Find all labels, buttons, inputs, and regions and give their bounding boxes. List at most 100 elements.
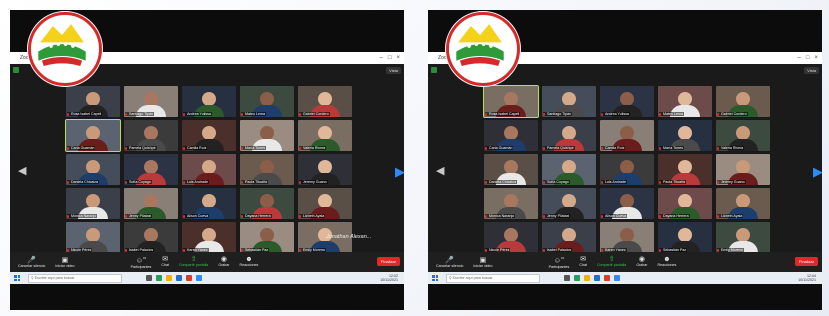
windows-start-icon[interactable] xyxy=(14,275,20,281)
end-meeting-button[interactable]: Finalizar xyxy=(376,257,400,266)
participant-tile[interactable]: Rosa Isabel Capeli xyxy=(483,85,539,118)
participant-tile[interactable]: Valeria Rivera xyxy=(298,120,352,151)
minimize-icon[interactable]: – xyxy=(380,55,383,61)
participant-tile[interactable]: Lizbeth Ayala xyxy=(298,188,352,219)
participant-tile[interactable]: Sofía Coyago xyxy=(542,154,596,185)
zoom-app-icon[interactable] xyxy=(196,275,202,281)
file-explorer-icon[interactable] xyxy=(166,275,172,281)
zoom-app-icon[interactable] xyxy=(614,275,620,281)
participant-tile[interactable]: Daniela Chicaiza xyxy=(66,154,120,185)
participant-tile[interactable]: Jeremy Guano xyxy=(716,154,770,185)
reactions-button[interactable]: ☻ Reacciones xyxy=(658,255,677,268)
participant-tile[interactable]: Dayana Herrera xyxy=(240,188,294,219)
participant-tile[interactable]: Mónica Naranjo xyxy=(484,188,538,219)
participant-tile[interactable]: Gabriel Cordero xyxy=(716,86,770,117)
participant-tile[interactable]: Santiago Tipán xyxy=(124,86,178,117)
participant-tile[interactable]: Isabel Palacios xyxy=(542,222,596,253)
participant-tile[interactable]: Daniela Chicaiza xyxy=(484,154,538,185)
edge-icon[interactable] xyxy=(574,275,580,281)
security-shield-icon[interactable] xyxy=(13,67,19,73)
participant-tile[interactable]: Andrea Yulissa xyxy=(182,86,236,117)
participant-tile[interactable]: María Torres xyxy=(658,120,712,151)
participants-button[interactable]: ☺31 Participantes xyxy=(131,255,152,268)
participant-tile[interactable]: Carla Guamán xyxy=(65,119,121,152)
participant-tile[interactable]: Carla Guamán xyxy=(484,120,538,151)
participant-tile[interactable]: Sebastián Paz xyxy=(240,222,294,253)
windows-start-icon[interactable] xyxy=(432,275,438,281)
view-button[interactable]: Vista xyxy=(386,67,401,74)
taskbar-search-input[interactable]: ⚲ Escribe aquí para buscar xyxy=(28,273,122,283)
unmute-button[interactable]: 🎤 Cancelar silencio xyxy=(436,257,463,268)
participant-tile[interactable]: Luis Andrade xyxy=(182,154,236,185)
participant-tile[interactable]: Jenny Pilataxi xyxy=(542,188,596,219)
store-icon[interactable] xyxy=(594,275,600,281)
next-page-icon[interactable]: ▶ xyxy=(813,164,822,180)
participant-tile[interactable]: Mónica Naranjo xyxy=(66,188,120,219)
maximize-icon[interactable]: □ xyxy=(388,55,392,61)
previous-page-icon[interactable]: ◀ xyxy=(18,164,26,177)
store-icon[interactable] xyxy=(176,275,182,281)
participant-tile[interactable]: Camila Ruiz xyxy=(600,120,654,151)
participant-tile[interactable]: Alison Cueva xyxy=(600,188,654,219)
reactions-button[interactable]: ☻ Reacciones xyxy=(240,255,259,268)
chrome-icon[interactable] xyxy=(604,275,610,281)
minimize-icon[interactable]: – xyxy=(798,55,801,61)
participant-tile[interactable]: Karen Yánez xyxy=(182,222,236,253)
security-shield-icon[interactable] xyxy=(431,67,437,73)
task-view-icon[interactable] xyxy=(146,275,152,281)
participants-button[interactable]: ☺31 Participantes xyxy=(549,255,570,268)
record-button[interactable]: ◉ Grabar xyxy=(218,255,229,268)
previous-page-icon[interactable]: ◀ xyxy=(436,164,444,177)
start-video-button[interactable]: ▣ Iniciar video xyxy=(55,257,74,268)
participant-tile[interactable]: Mateo Lema xyxy=(240,86,294,117)
participant-tile[interactable]: Lizbeth Ayala xyxy=(716,188,770,219)
participant-tile[interactable]: Jeremy Guano xyxy=(298,154,352,185)
participant-tile[interactable]: Sebastián Paz xyxy=(658,222,712,253)
participant-tile[interactable]: Paola Tituaña xyxy=(658,154,712,185)
windows-taskbar: ⚲ Escribe aquí para buscar 12:04 10/11/2… xyxy=(428,272,822,284)
participant-name: Paola Tituaña xyxy=(659,180,686,184)
maximize-icon[interactable]: □ xyxy=(806,55,810,61)
share-screen-button[interactable]: ⇧ Compartir pantalla xyxy=(179,255,208,268)
participant-tile[interactable]: Camila Ruiz xyxy=(182,120,236,151)
participant-tile[interactable]: Alison Cueva xyxy=(182,188,236,219)
muted-mic-icon xyxy=(717,147,719,150)
participant-tile[interactable]: Santiago Tipán xyxy=(542,86,596,117)
share-screen-button[interactable]: ⇧ Compartir pantalla xyxy=(597,255,626,268)
participant-tile[interactable]: Karen Yánez xyxy=(600,222,654,253)
participant-tile[interactable]: Rosa Isabel Capeli xyxy=(66,86,120,117)
participant-tile[interactable]: Isabel Palacios xyxy=(124,222,178,253)
unmute-button[interactable]: 🎤 Cancelar silencio xyxy=(18,257,45,268)
task-view-icon[interactable] xyxy=(564,275,570,281)
edge-icon[interactable] xyxy=(156,275,162,281)
participant-tile[interactable]: Dayana Herrera xyxy=(658,188,712,219)
participant-tile[interactable]: Sofía Coyago xyxy=(124,154,178,185)
participant-tile[interactable]: Nicole Pérez xyxy=(66,222,120,253)
participant-tile[interactable]: Gabriel Cordero xyxy=(298,86,352,117)
muted-mic-icon xyxy=(485,181,487,184)
chrome-icon[interactable] xyxy=(186,275,192,281)
start-video-button[interactable]: ▣ Iniciar video xyxy=(473,257,492,268)
participant-tile[interactable]: Mateo Lema xyxy=(658,86,712,117)
participant-tile[interactable]: Andrea Yulissa xyxy=(600,86,654,117)
end-meeting-button[interactable]: Finalizar xyxy=(794,257,818,266)
chat-button[interactable]: ✉ Chat xyxy=(579,255,587,268)
next-page-icon[interactable]: ▶ xyxy=(395,164,404,180)
view-button[interactable]: Vista xyxy=(804,67,819,74)
close-icon[interactable]: × xyxy=(814,55,818,61)
close-icon[interactable]: × xyxy=(396,55,400,61)
participant-tile[interactable]: Jenny Pilataxi xyxy=(124,188,178,219)
participant-tile[interactable]: Luis Andrade xyxy=(600,154,654,185)
record-button[interactable]: ◉ Grabar xyxy=(636,255,647,268)
chat-button[interactable]: ✉ Chat xyxy=(161,255,169,268)
participant-tile[interactable]: María Torres xyxy=(240,120,294,151)
participant-tile[interactable]: Valeria Rivera xyxy=(716,120,770,151)
participant-tile[interactable]: Emily Moreno xyxy=(716,222,770,253)
participant-tile[interactable]: Pamela Quishpe xyxy=(542,120,596,151)
participant-tile[interactable]: Pamela Quishpe xyxy=(124,120,178,151)
taskbar-search-input[interactable]: ⚲ Escribe aquí para buscar xyxy=(446,273,540,283)
participant-name: Luis Andrade xyxy=(601,180,627,184)
participant-tile[interactable]: Nicole Pérez xyxy=(484,222,538,253)
file-explorer-icon[interactable] xyxy=(584,275,590,281)
participant-tile[interactable]: Paola Tituaña xyxy=(240,154,294,185)
